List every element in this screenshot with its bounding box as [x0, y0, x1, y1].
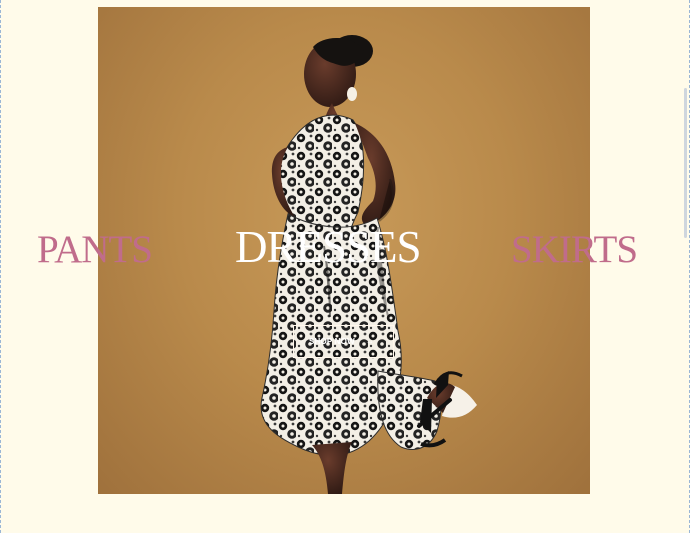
shop-now-label: SHOP NOW: [308, 337, 355, 346]
category-dresses[interactable]: DRESSES: [235, 223, 422, 271]
shop-now-button[interactable]: SHOP NOW →: [293, 325, 394, 358]
scrollbar[interactable]: [684, 88, 687, 238]
category-skirts[interactable]: SKIRTS: [511, 226, 638, 274]
category-carousel-page: PANTS DRESSES SKIRTS SHOP NOW →: [0, 0, 690, 533]
arrow-right-icon: →: [365, 336, 375, 345]
category-pants[interactable]: PANTS: [37, 226, 153, 274]
